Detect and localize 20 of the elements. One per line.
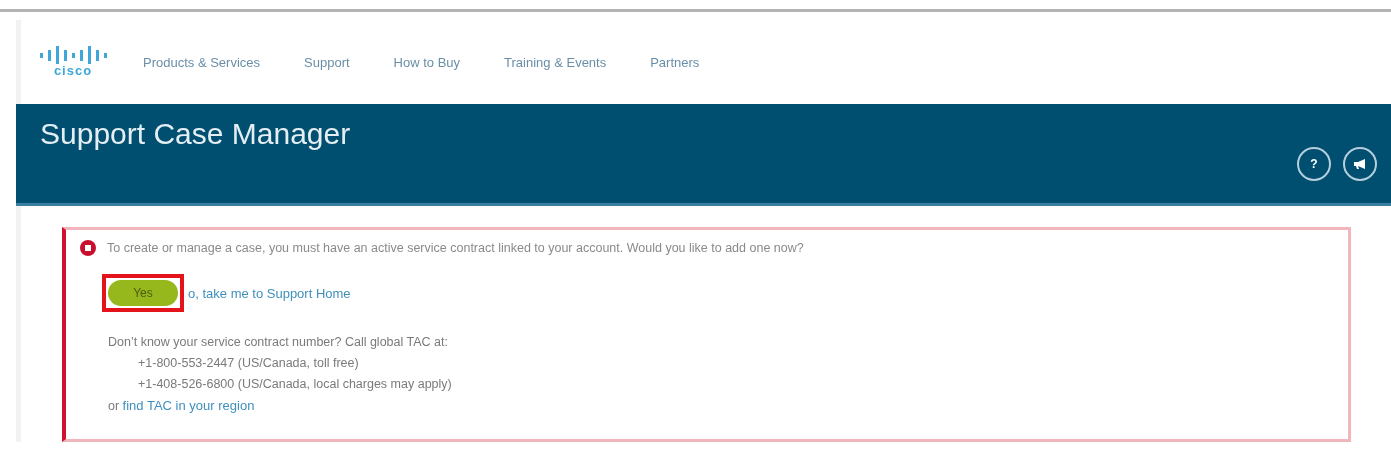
nav-link[interactable]: Training & Events bbox=[504, 54, 607, 70]
find-tac-link[interactable]: find TAC in your region bbox=[122, 398, 255, 413]
nav-link[interactable]: Partners bbox=[650, 54, 700, 70]
feedback-button[interactable] bbox=[1343, 147, 1377, 181]
megaphone-icon bbox=[1353, 158, 1367, 170]
alert-message: To create or manage a case, you must have an active service contract linked to your account. Would you like to add one now? bbox=[107, 241, 804, 255]
nav-link[interactable]: How to Buy bbox=[393, 54, 461, 70]
region-prefix: or bbox=[108, 399, 120, 413]
error-icon bbox=[80, 240, 96, 256]
logo-bars-icon bbox=[38, 46, 108, 64]
help-text: Don’t know your service contract number? Call global TAC at: bbox=[108, 334, 449, 351]
support-home-link[interactable]: o, take me to Support Home bbox=[188, 285, 351, 301]
nav-link[interactable]: Products & Services bbox=[143, 54, 261, 70]
logo-text: cisco bbox=[53, 64, 93, 78]
phone-number: +1-408-526-6800 (US/Canada, local charges may apply) bbox=[137, 376, 453, 393]
page-title: Support Case Manager bbox=[40, 117, 351, 152]
nav-link[interactable]: Support bbox=[304, 54, 350, 70]
phone-number: +1-800-553-2447 (US/Canada, toll free) bbox=[137, 355, 360, 372]
yes-button[interactable]: Yes bbox=[108, 280, 178, 306]
help-button[interactable]: ? bbox=[1297, 147, 1331, 181]
